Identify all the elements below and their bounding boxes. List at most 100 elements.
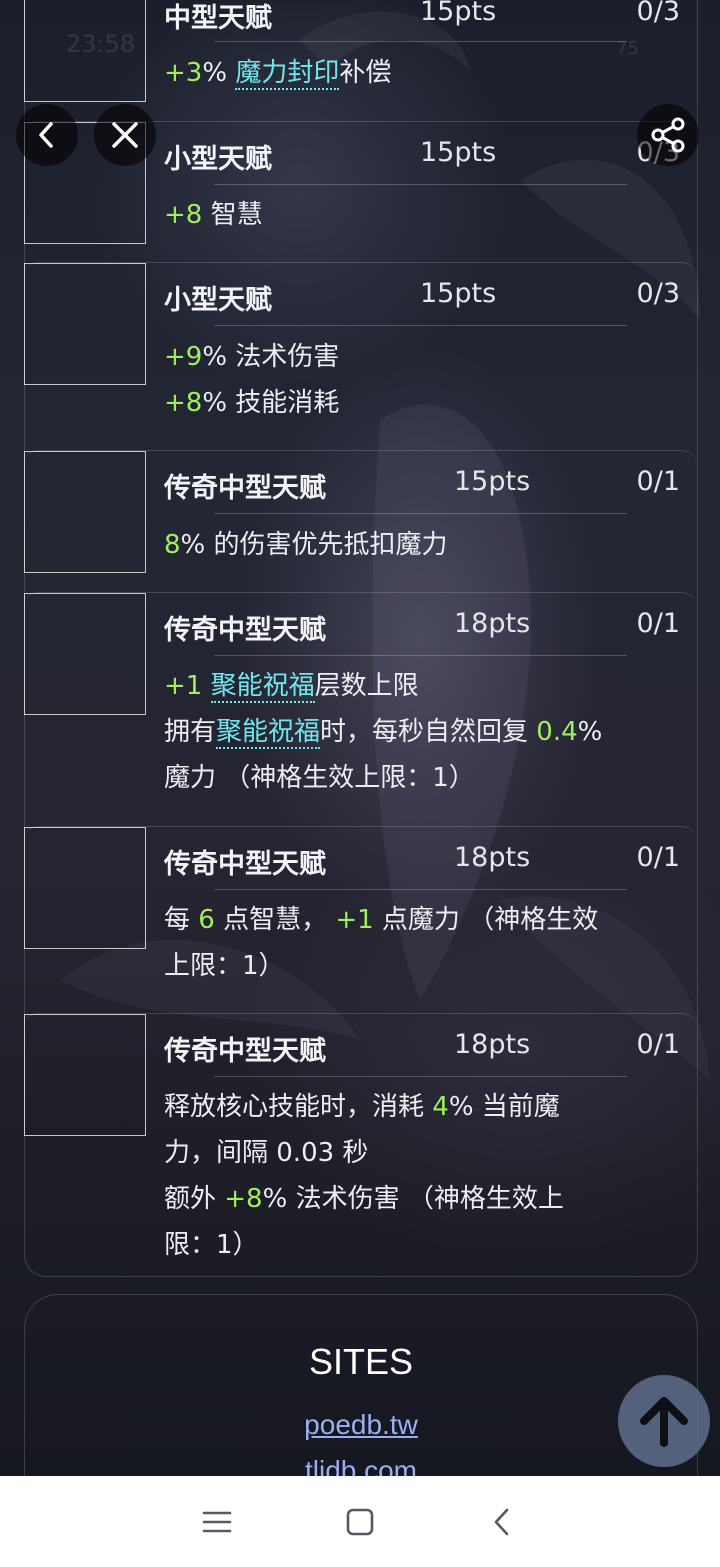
talent-thumbnail[interactable] <box>24 263 146 385</box>
stat-value: +1 <box>164 671 203 701</box>
talent-count: 0/1 <box>636 842 680 873</box>
talent-points: 18pts <box>454 608 531 639</box>
description-text: 点智慧， <box>214 905 336 935</box>
scroll-to-top-button[interactable] <box>618 1375 710 1467</box>
home-button[interactable] <box>340 1504 380 1540</box>
description-text: 额外 <box>164 1184 225 1214</box>
description-text: 智慧 <box>202 200 263 230</box>
sites-title: SITES <box>308 1341 414 1382</box>
talent-name: 中型天赋 <box>164 3 272 34</box>
recent-apps-button[interactable] <box>197 1504 237 1540</box>
description-text: 魔力 （神格生效上限：1） <box>164 763 475 793</box>
description-text: 层数上限 <box>314 671 419 701</box>
description-text: 点魔力 （神格生效 <box>373 905 599 935</box>
description-line: 额外 +8% 法术伤害 （神格生效上 <box>164 1176 666 1222</box>
talent-description: +3% 魔力封印补偿 <box>164 50 666 96</box>
description-text: % 的伤害优先抵扣魔力 <box>180 530 448 560</box>
share-button[interactable] <box>637 104 699 166</box>
talent-description: +8 智慧 <box>164 192 666 238</box>
talent-description: +1 聚能祝福层数上限 拥有聚能祝福时，每秒自然回复 0.4% 魔力 （神格生效上限… <box>164 663 666 801</box>
system-navigation-bar <box>0 1476 720 1567</box>
talent-count: 0/1 <box>636 608 680 639</box>
system-back-button[interactable] <box>482 1504 522 1540</box>
description-text: 每 <box>164 905 199 935</box>
description-line: 上限：1） <box>164 943 666 989</box>
talent-row: 中型天赋 15pts 0/3 +3% 魔力封印补偿 <box>24 0 696 120</box>
talent-points: 18pts <box>454 842 531 873</box>
talent-row: 传奇中型天赋 18pts 0/1 释放核心技能时，消耗 4% 当前魔力，间隔 0… <box>24 1013 696 1276</box>
talent-row: 小型天赋 15pts 0/3 +9% 法术伤害 +8% 技能消耗 <box>24 262 696 451</box>
description-line: 8% 的伤害优先抵扣魔力 <box>164 522 666 568</box>
talent-description: +9% 法术伤害 +8% 技能消耗 <box>164 334 666 426</box>
row-divider <box>214 655 627 656</box>
stat-value: 8 <box>164 530 181 560</box>
keyword-link[interactable]: 聚能祝福 <box>216 717 321 749</box>
menu-icon <box>202 1511 232 1533</box>
stat-value: 6 <box>198 905 215 935</box>
talent-thumbnail[interactable] <box>24 593 146 715</box>
talent-row: 传奇中型天赋 15pts 0/1 8% 的伤害优先抵扣魔力 <box>24 450 696 591</box>
back-icon <box>494 1508 509 1536</box>
description-text: % 法术伤害 <box>202 342 340 372</box>
description-text: % 法术伤害 （神格生效上 <box>262 1184 564 1214</box>
close-icon <box>112 122 138 148</box>
talent-points: 18pts <box>454 1029 531 1060</box>
description-line: 魔力 （神格生效上限：1） <box>164 755 666 801</box>
stat-value: +9 <box>164 342 203 372</box>
description-text: 力，间隔 0.03 秒 <box>164 1138 369 1168</box>
row-divider <box>214 1076 627 1077</box>
talent-points: 15pts <box>420 137 497 168</box>
talent-row: 传奇中型天赋 18pts 0/1 每 6 点智慧， +1 点魔力 （神格生效上限… <box>24 826 696 1013</box>
talent-thumbnail[interactable] <box>24 1014 146 1136</box>
description-line: 拥有聚能祝福时，每秒自然回复 0.4% <box>164 709 666 755</box>
description-text: % <box>202 58 236 88</box>
row-divider <box>214 184 627 185</box>
description-line: +9% 法术伤害 <box>164 334 666 380</box>
talent-points: 15pts <box>420 278 497 309</box>
keyword-link[interactable]: 魔力封印 <box>235 58 340 90</box>
talent-name: 传奇中型天赋 <box>164 473 326 504</box>
talent-description: 每 6 点智慧， +1 点魔力 （神格生效上限：1） <box>164 897 666 989</box>
description-text: 限：1） <box>164 1230 259 1260</box>
row-divider <box>214 41 627 42</box>
talent-name: 传奇中型天赋 <box>164 849 326 880</box>
stat-value: 0.4 <box>536 717 578 747</box>
description-line: +1 聚能祝福层数上限 <box>164 663 666 709</box>
description-line: 释放核心技能时，消耗 4% 当前魔 <box>164 1084 666 1130</box>
stat-value: +1 <box>335 905 374 935</box>
talent-count: 0/3 <box>636 0 680 27</box>
back-button[interactable] <box>16 104 78 166</box>
talent-name: 传奇中型天赋 <box>164 1036 326 1067</box>
talent-description: 8% 的伤害优先抵扣魔力 <box>164 522 666 568</box>
talent-count: 0/1 <box>636 1029 680 1060</box>
close-button[interactable] <box>94 104 156 166</box>
talent-points: 15pts <box>420 0 497 27</box>
chevron-left-icon <box>39 122 53 148</box>
talent-thumbnail[interactable] <box>24 0 146 102</box>
description-text: % 技能消耗 <box>202 388 340 418</box>
talent-thumbnail[interactable] <box>24 451 146 573</box>
talent-name: 小型天赋 <box>164 144 272 175</box>
stat-value: +8 <box>164 388 203 418</box>
row-divider <box>214 325 627 326</box>
home-square-icon <box>346 1508 374 1536</box>
talent-count: 0/3 <box>636 278 680 309</box>
description-text: 拥有 <box>164 717 217 747</box>
talent-row: 传奇中型天赋 18pts 0/1 +1 聚能祝福层数上限 拥有聚能祝福时，每秒自然… <box>24 592 696 825</box>
stat-value: 4 <box>432 1092 449 1122</box>
stat-value: +3 <box>164 58 203 88</box>
talent-thumbnail[interactable] <box>24 827 146 949</box>
description-text: % 当前魔 <box>448 1092 560 1122</box>
stat-value: +8 <box>224 1184 263 1214</box>
description-text: 上限：1） <box>164 951 285 981</box>
keyword-link[interactable]: 聚能祝福 <box>210 671 315 703</box>
description-line: +8% 技能消耗 <box>164 380 666 426</box>
description-text: % <box>577 717 603 747</box>
description-line: 力，间隔 0.03 秒 <box>164 1130 666 1176</box>
description-text: 补偿 <box>339 58 392 88</box>
description-line: +3% 魔力封印补偿 <box>164 50 666 96</box>
site-link-poedb[interactable]: poedb.tw <box>25 1409 697 1441</box>
description-line: 限：1） <box>164 1222 666 1268</box>
stat-value: +8 <box>164 200 203 230</box>
description-text <box>202 671 210 701</box>
